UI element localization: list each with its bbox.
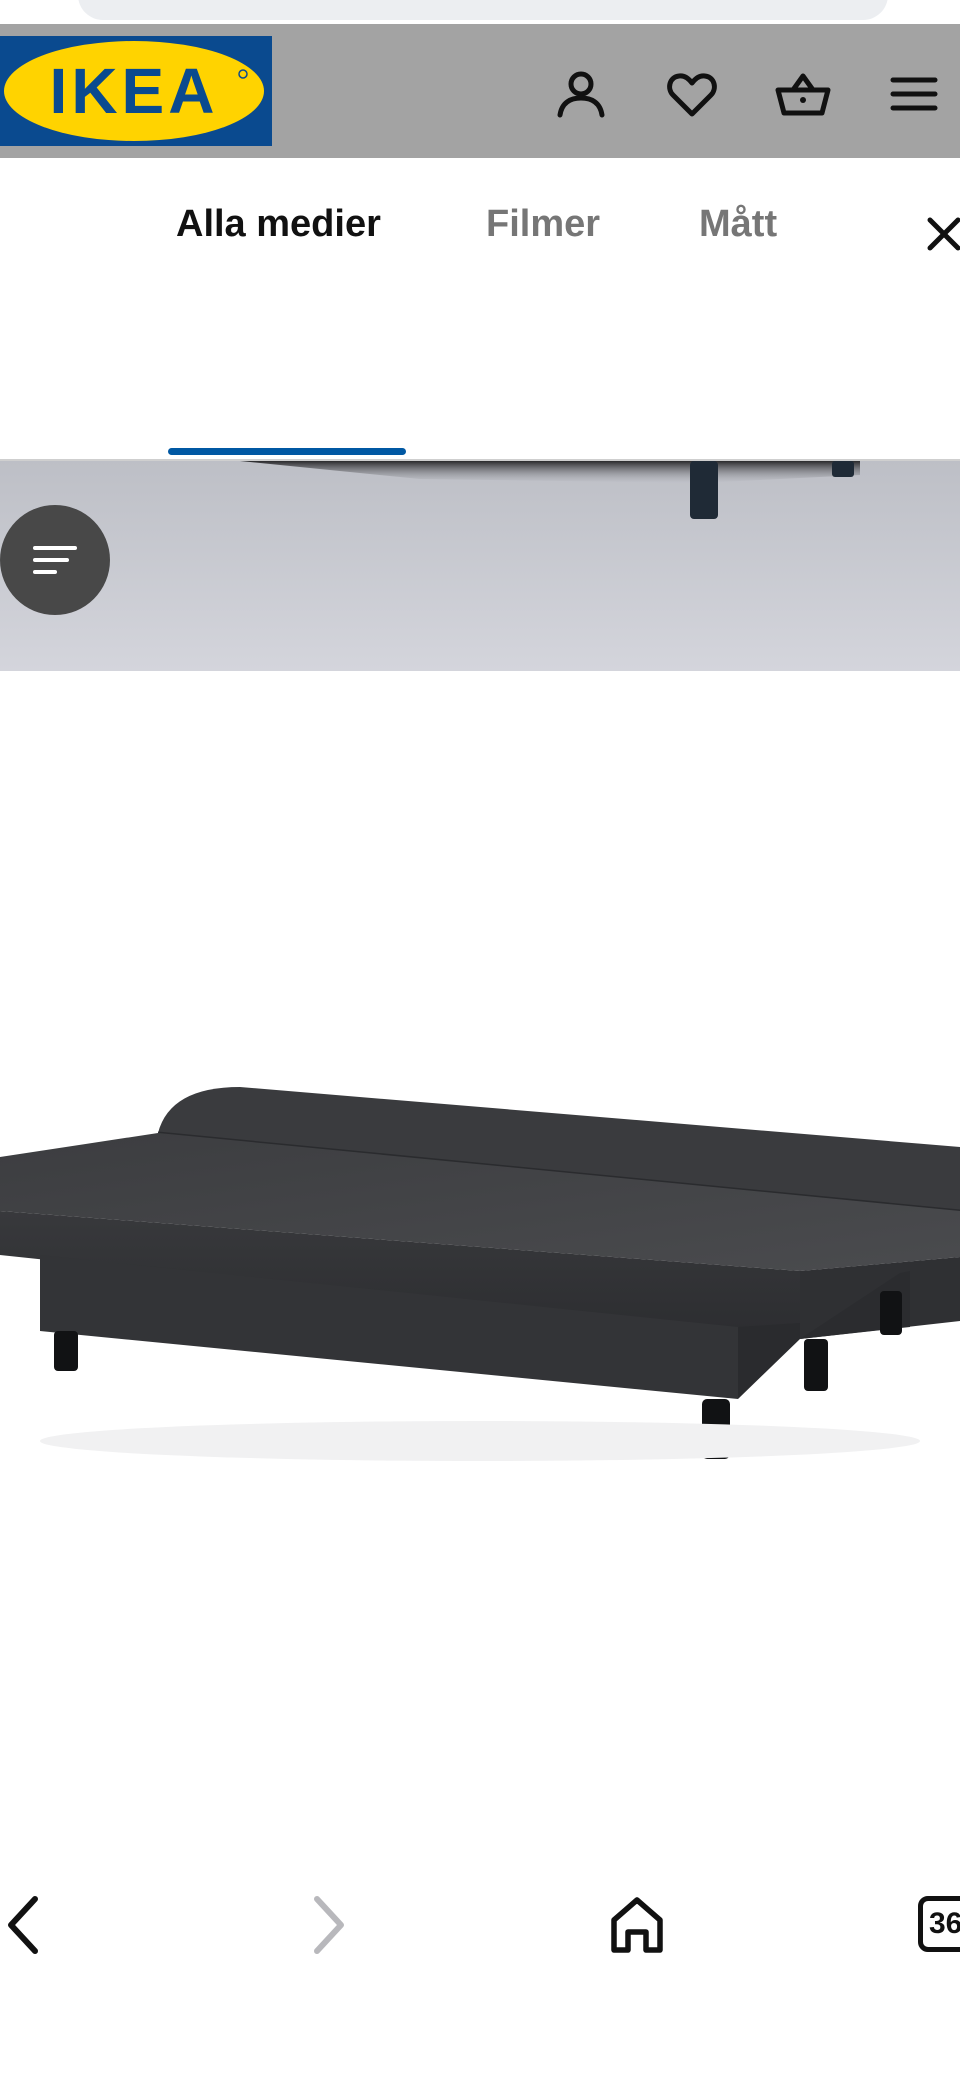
tab-videos[interactable]: Filmer [486,203,600,246]
filter-button[interactable] [0,505,110,615]
basket-icon[interactable] [773,64,833,124]
home-icon[interactable] [602,1890,672,1960]
ikea-logo[interactable]: IKEA [0,36,272,146]
media-modal-header [0,158,960,460]
heart-icon[interactable] [662,64,722,124]
product-image-main[interactable] [0,671,960,1861]
account-icon[interactable] [551,64,611,124]
browser-bottom-bar [0,1861,960,2078]
tab-count-button[interactable]: 36 [918,1896,960,1952]
tab-dimensions[interactable]: Mått [699,203,777,246]
browser-address-bar[interactable] [78,0,888,20]
forward-icon[interactable] [294,1890,364,1960]
product-image-previous[interactable] [0,461,960,671]
close-icon[interactable] [920,210,960,258]
back-icon[interactable] [0,1890,58,1960]
menu-icon[interactable] [884,64,944,124]
svg-text:IKEA: IKEA [50,55,219,127]
tab-count: 36 [929,1907,960,1940]
site-header: IKEA [0,24,960,158]
tab-all-media[interactable]: Alla medier [176,203,381,246]
active-tab-indicator [168,448,406,455]
